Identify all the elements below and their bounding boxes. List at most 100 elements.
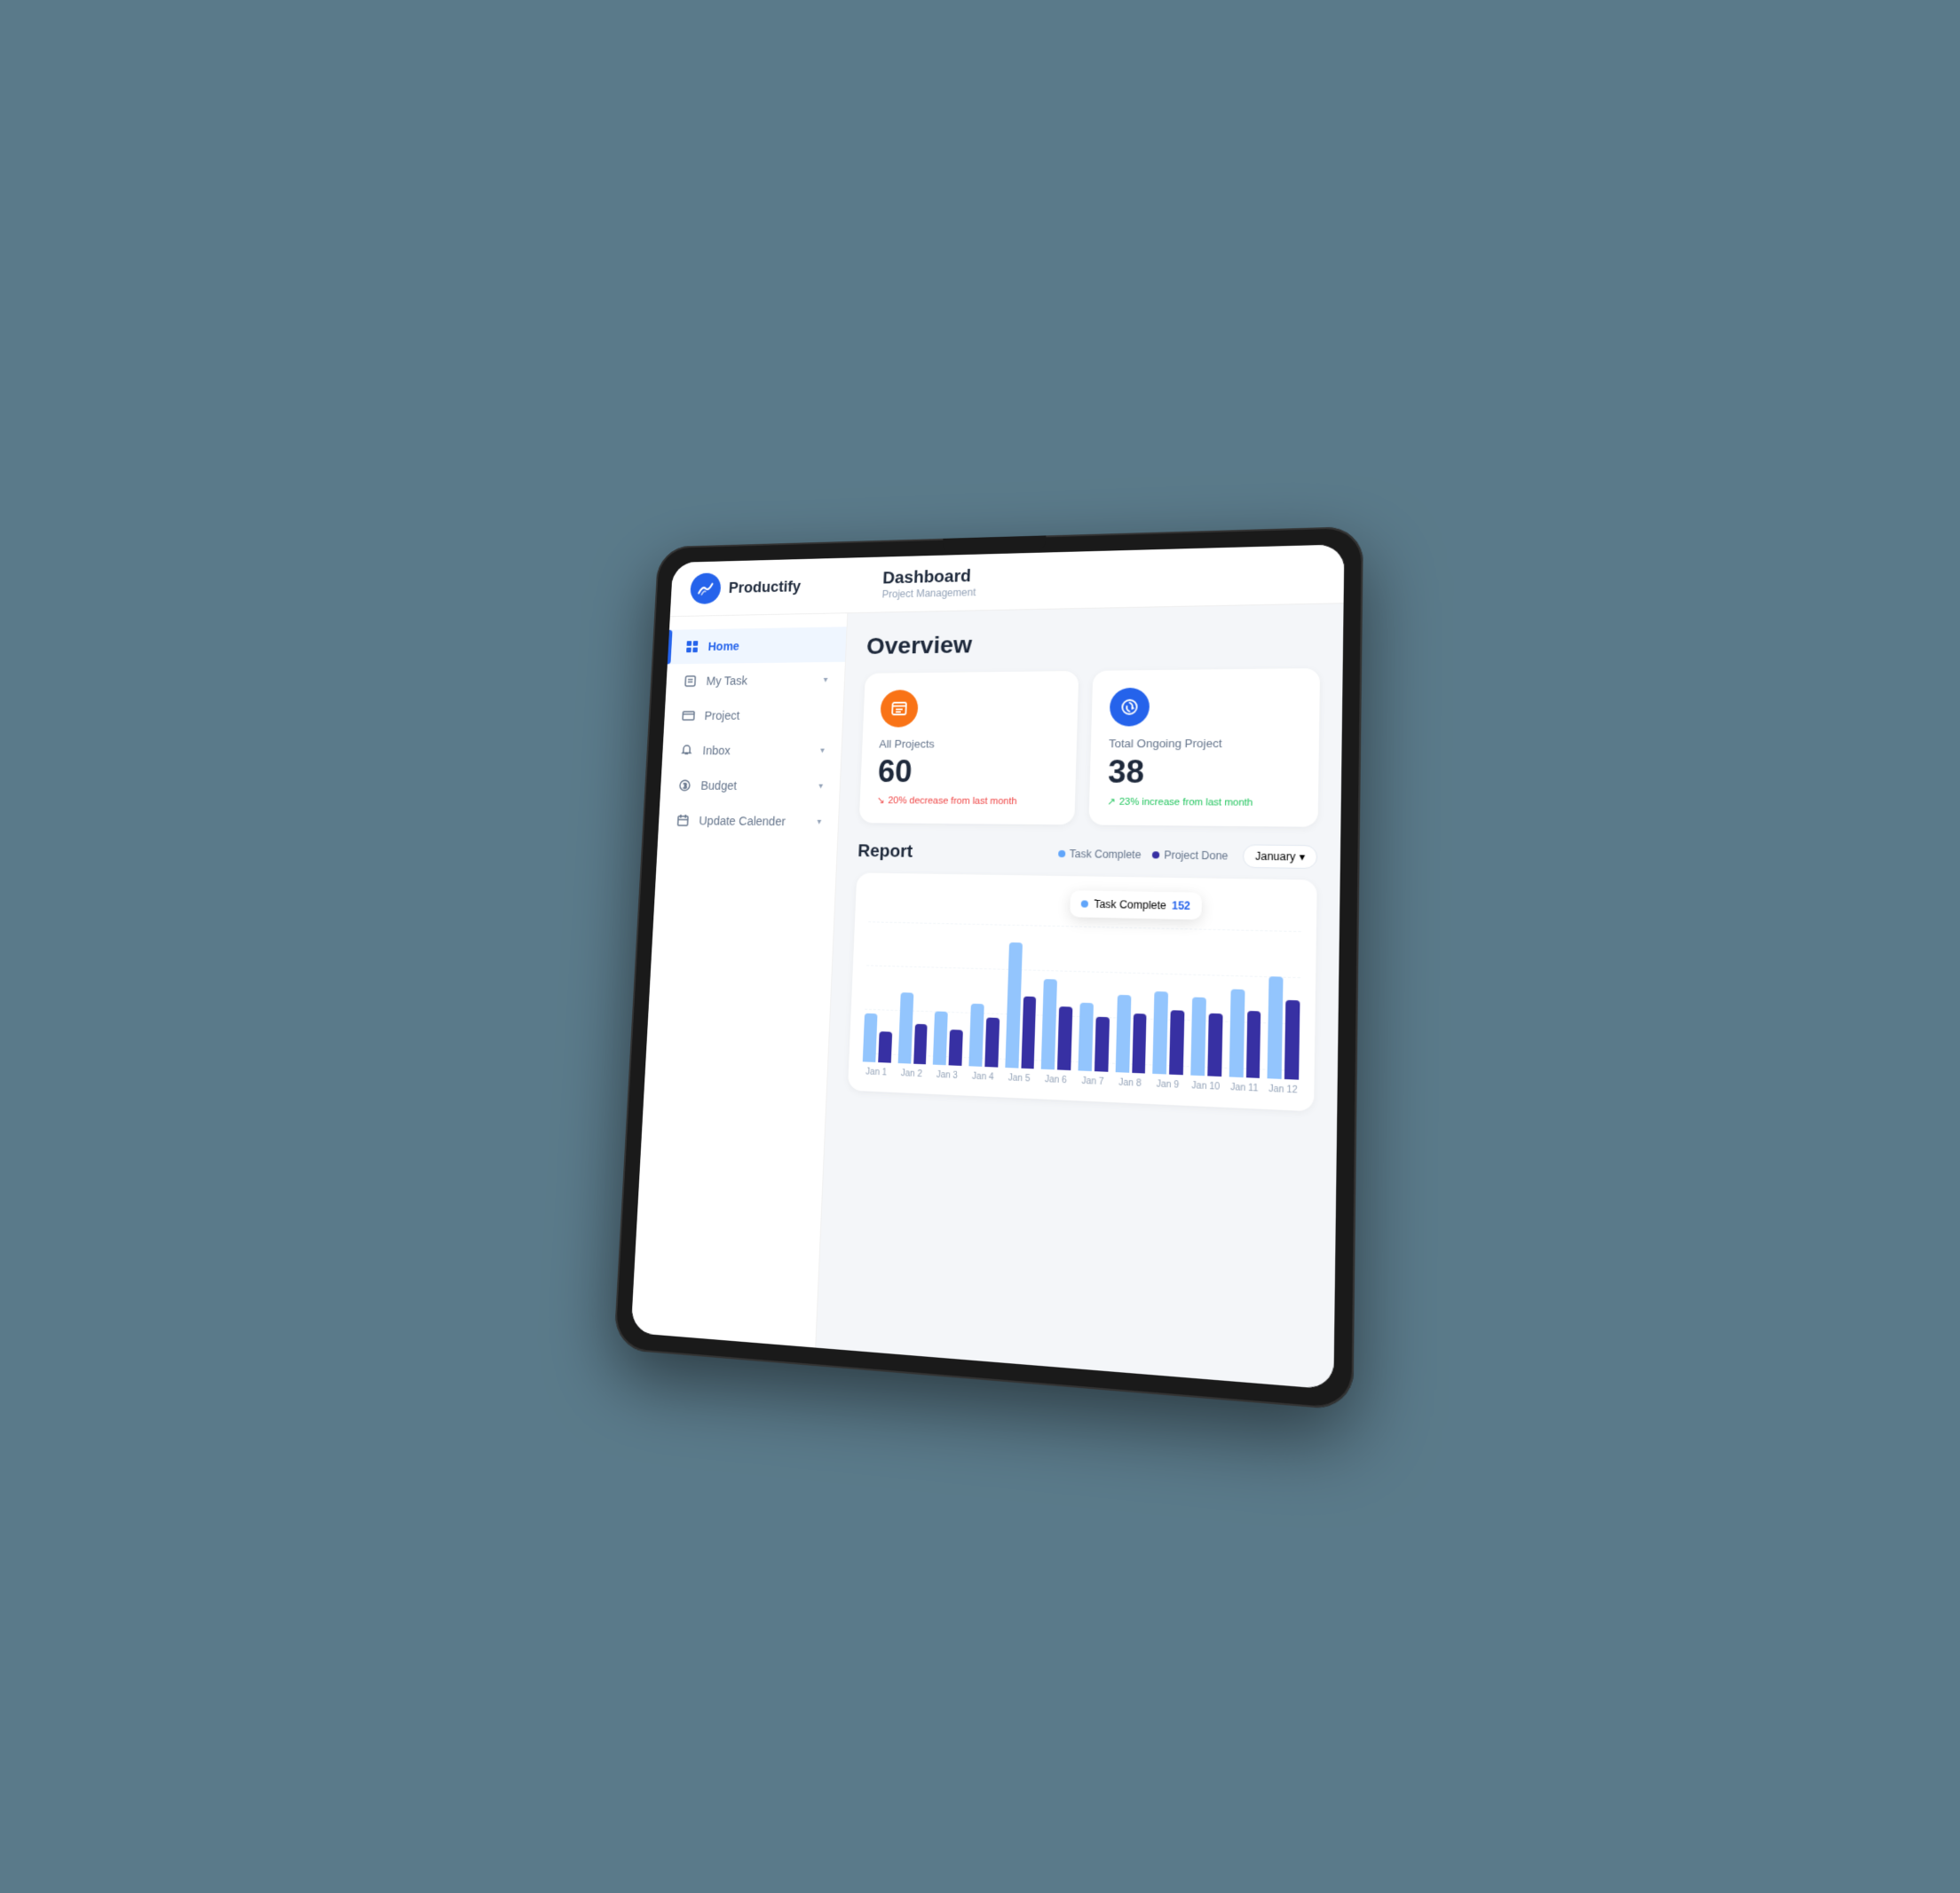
legend-project-done: Project Done	[1152, 848, 1229, 862]
chart-group	[897, 992, 929, 1064]
chart-label: Jan 6	[1041, 1074, 1071, 1085]
chart-label: Jan 4	[968, 1071, 998, 1083]
chart-label: Jan 9	[1152, 1079, 1183, 1091]
overview-title: Overview	[865, 625, 1320, 659]
bar-dark	[984, 1017, 1000, 1067]
all-projects-label: All Projects	[879, 737, 1059, 750]
chart-label: Jan 1	[862, 1067, 890, 1077]
bar-light	[968, 1003, 984, 1066]
chart-label: Jan 12	[1268, 1084, 1299, 1095]
chevron-down-icon-month: ▾	[1300, 850, 1306, 863]
logo-area: Productify	[690, 568, 870, 603]
chart-label: Jan 7	[1078, 1076, 1108, 1087]
tooltip-dot	[1081, 900, 1088, 907]
main-layout: Home My Task ▾	[631, 603, 1344, 1390]
task-complete-dot	[1058, 849, 1065, 856]
bar-light	[1115, 994, 1131, 1072]
chart-group	[1041, 979, 1073, 1070]
tooltip-label: Task Complete	[1094, 897, 1166, 911]
sidebar: Home My Task ▾	[631, 613, 849, 1347]
bar-dark	[1169, 1010, 1184, 1075]
bar-light	[1041, 979, 1057, 1069]
bar-dark	[1021, 996, 1037, 1069]
calendar-icon	[675, 811, 692, 828]
chart-label: Jan 8	[1115, 1077, 1145, 1089]
bar-dark	[913, 1023, 928, 1064]
legend-task-complete: Task Complete	[1057, 848, 1141, 861]
projects-icon-bg	[880, 690, 919, 727]
chart-group	[968, 1003, 1000, 1067]
bar-dark	[1132, 1013, 1147, 1073]
tablet-screen: Productify Dashboard Project Management	[631, 544, 1345, 1389]
bar-light	[1268, 976, 1284, 1079]
chart-label: Jan 11	[1229, 1082, 1260, 1093]
legend-task-complete-label: Task Complete	[1070, 848, 1142, 861]
sidebar-label-budget: Budget	[700, 778, 737, 792]
tablet-frame: Productify Dashboard Project Management	[613, 525, 1363, 1410]
bar-dark	[1207, 1013, 1222, 1076]
sidebar-label-inbox: Inbox	[702, 744, 731, 757]
chart-group	[933, 1011, 963, 1066]
sidebar-item-budget[interactable]: Budget ▾	[660, 768, 840, 804]
bar-light	[1005, 942, 1022, 1068]
bar-light	[897, 992, 913, 1063]
chart-group	[1190, 997, 1222, 1077]
refresh-icon-bg	[1110, 687, 1150, 726]
sidebar-label-update-calender: Update Calender	[699, 814, 786, 828]
chart-label: Jan 2	[897, 1068, 926, 1078]
report-title: Report	[858, 840, 913, 861]
total-ongoing-value: 38	[1108, 753, 1300, 792]
chart-group	[1115, 994, 1147, 1073]
bar-dark	[1284, 999, 1300, 1079]
total-ongoing-change: ↗ 23% increase from last month	[1107, 795, 1299, 808]
sidebar-item-inbox[interactable]: Inbox ▾	[661, 732, 842, 768]
chart-group	[1005, 942, 1038, 1069]
bar-light	[1153, 991, 1169, 1074]
all-projects-change: ↘ 20% decrease from last month	[877, 794, 1058, 807]
bar-dark	[878, 1031, 892, 1062]
chart-group	[1229, 989, 1261, 1077]
project-icon	[680, 707, 697, 724]
main-content: Overview All Projects	[816, 603, 1343, 1390]
all-projects-card: All Projects 60 ↘ 20% decrease from last…	[859, 670, 1079, 824]
chart-group	[1079, 1002, 1110, 1071]
sidebar-label-my-task: My Task	[706, 674, 747, 687]
bar-light	[1229, 989, 1245, 1077]
tablet-notch	[943, 535, 1047, 555]
chevron-down-icon-calender: ▾	[817, 816, 821, 826]
report-chart: Task Complete 152 Jan 1Jan 2Jan 3J	[848, 872, 1317, 1111]
legend-project-done-label: Project Done	[1164, 848, 1229, 862]
bar-light	[1190, 997, 1206, 1076]
report-header: Report Task Complete Project Done	[858, 840, 1317, 869]
grid-icon	[684, 638, 700, 655]
sidebar-label-home: Home	[707, 639, 739, 652]
chart-label: Jan 10	[1190, 1080, 1221, 1092]
total-ongoing-card: Total Ongoing Project 38 ↗ 23% increase …	[1088, 667, 1320, 826]
task-icon	[682, 673, 699, 690]
chevron-down-icon: ▾	[823, 674, 827, 683]
sidebar-label-project: Project	[704, 708, 739, 722]
chart-legend: Task Complete Project Done	[1057, 848, 1228, 863]
app-logo-text: Productify	[728, 577, 801, 596]
total-ongoing-label: Total Ongoing Project	[1109, 736, 1300, 749]
tooltip-value: 152	[1172, 899, 1190, 912]
month-selector[interactable]: January ▾	[1243, 844, 1317, 869]
all-projects-value: 60	[877, 753, 1058, 790]
sidebar-item-home[interactable]: Home	[668, 627, 847, 664]
chevron-down-icon-budget: ▾	[818, 781, 823, 791]
sidebar-item-project[interactable]: Project	[664, 697, 844, 733]
project-done-dot	[1152, 851, 1159, 858]
sidebar-item-my-task[interactable]: My Task ▾	[666, 661, 845, 698]
bar-dark	[949, 1029, 963, 1066]
chart-group	[1153, 991, 1185, 1075]
arrow-down-icon: ↘	[877, 794, 885, 806]
bar-light	[933, 1011, 948, 1065]
chart-label: Jan 5	[1004, 1073, 1033, 1085]
stats-cards-row: All Projects 60 ↘ 20% decrease from last…	[859, 667, 1320, 826]
chart-wrapper: Task Complete 152 Jan 1Jan 2Jan 3J	[862, 887, 1301, 1095]
sidebar-item-update-calender[interactable]: Update Calender ▾	[658, 802, 839, 840]
bar-dark	[1245, 1010, 1261, 1077]
chart-group	[1268, 976, 1300, 1079]
chart-label: Jan 3	[932, 1069, 961, 1080]
bar-dark	[1095, 1016, 1110, 1071]
